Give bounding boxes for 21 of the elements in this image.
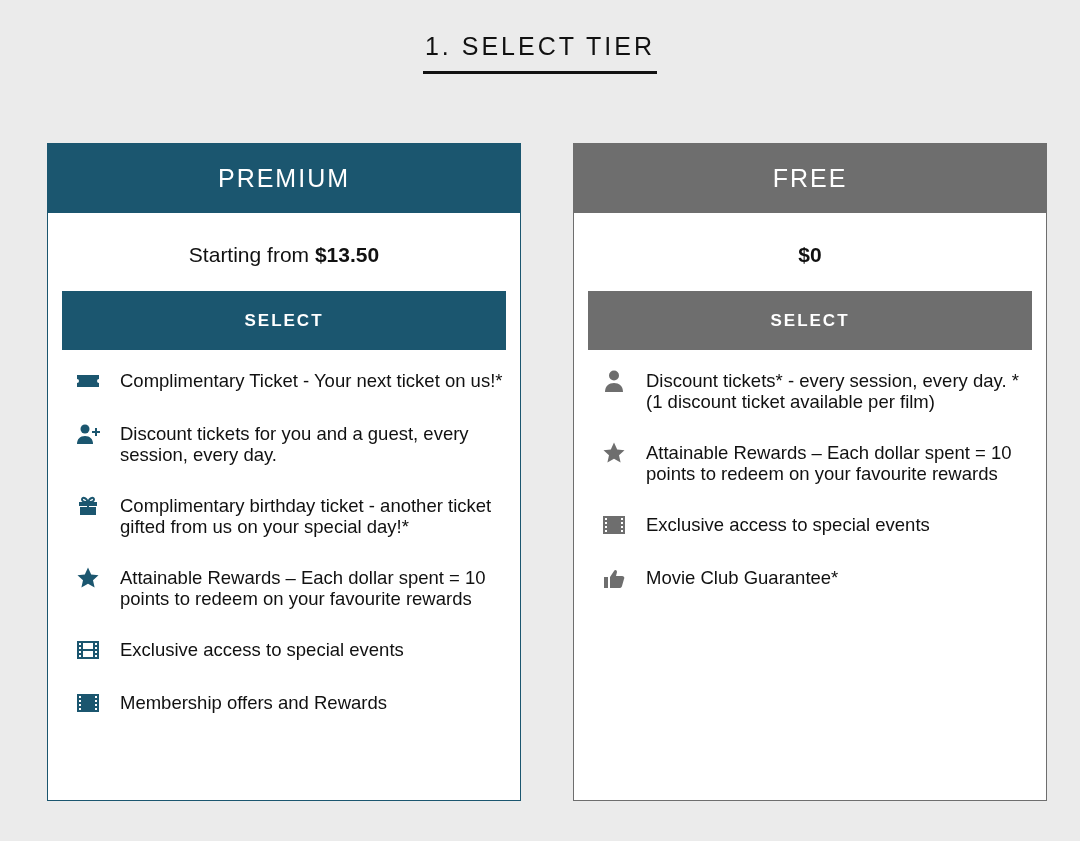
select-button[interactable]: SELECT [588,291,1032,350]
film-icon [74,638,102,662]
feature-text: Exclusive access to special events [646,514,930,535]
tier-price: Starting from $13.50 [187,243,381,267]
select-button[interactable]: SELECT [62,291,506,350]
feature-text: Discount tickets for you and a guest, every session, every day. [120,423,470,465]
user-plus-icon [74,422,102,446]
feature-text: Complimentary birthday ticket - another ticket gifted from us on your special day!* [120,495,493,537]
feature-text: Movie Club Guarantee* [646,567,839,588]
film-icon [74,691,102,715]
feature-text: Membership offers and Rewards [120,692,387,713]
tier-header: PREMIUM [48,144,520,213]
feature-text: Attainable Rewards – Each dollar spent = 10 points to redeem on your favourite rewards [120,567,487,609]
feature-text: Complimentary Ticket - Your next ticket on us!* [120,370,503,391]
feature-text: Discount tickets* - every session, every day. *(1 discount ticket available per film) [646,370,1020,412]
feature-text: Attainable Rewards – Each dollar spent = 10 points to redeem on your favourite rewards [646,442,1013,484]
tier-header: FREE [574,144,1046,213]
page-heading: 1. SELECT TIER [422,32,657,74]
feature-text: Exclusive access to special events [120,639,404,660]
tier-price: $0 [797,243,823,267]
film-icon [600,513,628,537]
